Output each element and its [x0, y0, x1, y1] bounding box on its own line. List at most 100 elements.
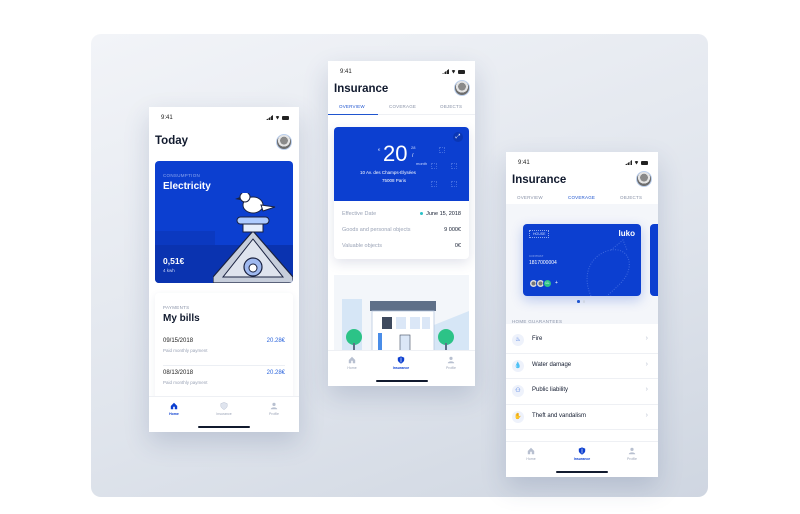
- avatar[interactable]: [454, 80, 470, 96]
- guarantees-list: ♨ Fire › 💧 Water damage › ⚇ Public liabi…: [506, 328, 658, 430]
- price-period: month: [416, 161, 428, 166]
- pager-dot-active[interactable]: [577, 300, 580, 303]
- consumption-price: 0,51€: [163, 256, 185, 266]
- contract-label: CONTRAT: [529, 254, 544, 258]
- home-icon: [348, 356, 356, 364]
- bills-card: PAYMENTS My bills 09/15/2018 Paid monthl…: [155, 293, 293, 403]
- active-tab-indicator: [328, 113, 378, 115]
- page-title: Today: [155, 135, 189, 147]
- bill-description: Paid monthly payment: [163, 348, 208, 353]
- pager-dot[interactable]: [582, 300, 585, 303]
- tab-overview[interactable]: OVERVIEW: [517, 195, 543, 200]
- fire-extinguisher-icon: ♨: [512, 334, 524, 346]
- home-icon: [527, 447, 535, 455]
- info-value: 9 000€: [444, 227, 461, 233]
- tab-profile[interactable]: Profile: [617, 447, 647, 461]
- home-indicator: [198, 426, 250, 428]
- brand-logo: luko: [618, 229, 635, 238]
- home-indicator: [556, 471, 608, 473]
- tab-coverage[interactable]: COVERAGE: [568, 195, 595, 200]
- segment-tabs: OVERVIEW COVERAGE OBJECTS: [328, 101, 475, 115]
- guarantee-label: Fire: [532, 336, 543, 342]
- phone-today-screen: 9:41 Today CONSUMPTION Electricity 0,51€…: [149, 107, 299, 432]
- next-contract-card[interactable]: [650, 224, 658, 296]
- battery-icon: [458, 69, 465, 74]
- price-currency: €: [378, 147, 381, 152]
- info-value: June 15, 2018: [426, 211, 461, 217]
- bill-date: 09/15/2018: [163, 338, 194, 344]
- house-illustration-card[interactable]: [334, 275, 469, 355]
- bill-row[interactable]: 09/15/2018 Paid monthly payment 20.28€: [163, 338, 285, 366]
- guarantee-label: Water damage: [532, 361, 572, 368]
- blueprint-pattern: [451, 181, 457, 187]
- blueprint-pattern: [431, 181, 437, 187]
- home-icon: [170, 402, 178, 410]
- contract-number: 1817000004: [529, 260, 557, 266]
- add-member-button[interactable]: +: [555, 279, 558, 288]
- consumption-card[interactable]: CONSUMPTION Electricity 0,51€ 4 kwh: [155, 161, 293, 283]
- tab-objects[interactable]: OBJECTS: [440, 104, 462, 109]
- status-bar: 9:41: [161, 115, 289, 123]
- expand-icon[interactable]: ⤢: [453, 132, 463, 142]
- tab-profile[interactable]: Profile: [436, 356, 466, 370]
- profile-icon: [447, 356, 455, 364]
- guarantee-item-fire[interactable]: ♨ Fire ›: [506, 328, 658, 354]
- tab-home[interactable]: Home: [516, 447, 546, 461]
- guarantee-item-theft[interactable]: ✋ Theft and vandalism ›: [506, 405, 658, 430]
- shield-icon: [397, 356, 405, 364]
- contract-card[interactable]: HOUSE luko CONTRAT 1817000004 LL +: [523, 224, 641, 296]
- chevron-right-icon: ›: [645, 360, 648, 368]
- tab-insurance[interactable]: Insurance: [567, 447, 597, 461]
- price-banner: € 20 28 / month 10 Av. des Champs-Élysée…: [334, 127, 469, 201]
- tab-coverage[interactable]: COVERAGE: [389, 104, 416, 109]
- profile-icon: [270, 402, 278, 410]
- status-bar: 9:41: [340, 69, 465, 77]
- insurance-summary-card: € 20 28 / month 10 Av. des Champs-Élysée…: [334, 127, 469, 259]
- signal-icon: [442, 69, 449, 74]
- signal-icon: [266, 115, 273, 120]
- price-decimals: 28: [411, 145, 416, 150]
- blueprint-pattern: [451, 163, 457, 169]
- info-label: Valuable objects: [342, 243, 382, 249]
- tab-home[interactable]: Home: [159, 402, 189, 416]
- address-line-1: 10 Av. des Champs-Élysées: [360, 170, 416, 175]
- tab-insurance[interactable]: Insurance: [209, 402, 239, 416]
- consumption-unit: 4 kwh: [163, 268, 175, 273]
- page-title: Insurance: [512, 174, 567, 186]
- wifi-icon: [634, 160, 639, 165]
- bill-row[interactable]: 08/13/2018 Paid monthly payment 20.28€: [163, 370, 285, 398]
- bills-title: My bills: [163, 313, 200, 324]
- tab-label: Profile: [627, 457, 637, 461]
- guarantee-item-public-liability[interactable]: ⚇ Public liability ›: [506, 379, 658, 405]
- price-amount: 20: [383, 141, 408, 166]
- status-bar: 9:41: [518, 160, 648, 168]
- home-indicator: [375, 380, 428, 382]
- bottom-tab-bar: Home Insurance Profile: [149, 396, 299, 432]
- tab-insurance[interactable]: Insurance: [386, 356, 416, 370]
- people-icon: ⚇: [512, 385, 524, 397]
- avatar[interactable]: [636, 171, 652, 187]
- status-time: 9:41: [518, 160, 530, 166]
- status-dot-icon: [420, 212, 424, 216]
- tab-home[interactable]: Home: [337, 356, 367, 370]
- guarantee-label: Public liability: [532, 387, 569, 393]
- tab-profile[interactable]: Profile: [259, 402, 289, 416]
- wifi-icon: [275, 115, 280, 120]
- guarantee-item-water-damage[interactable]: 💧 Water damage ›: [506, 354, 658, 379]
- blueprint-pattern: [431, 163, 437, 169]
- phone-coverage-screen: 9:41 Insurance OVERVIEW COVERAGE OBJECTS…: [506, 152, 658, 477]
- bill-amount: 20.28€: [266, 338, 285, 344]
- status-time: 9:41: [340, 69, 352, 75]
- tab-objects[interactable]: OBJECTS: [620, 195, 642, 200]
- carousel-pager: [577, 300, 585, 303]
- profile-icon: [628, 447, 636, 455]
- guarantee-label: Theft and vandalism: [532, 412, 587, 419]
- chevron-right-icon: ›: [645, 335, 648, 342]
- tab-overview[interactable]: OVERVIEW: [339, 104, 365, 109]
- page-title: Insurance: [334, 83, 389, 95]
- tab-label: Insurance: [392, 366, 410, 370]
- avatar[interactable]: [276, 134, 292, 150]
- info-label: Goods and personal objects: [342, 227, 411, 233]
- tab-label: Home: [526, 457, 536, 461]
- consumption-caption: CONSUMPTION: [163, 173, 201, 178]
